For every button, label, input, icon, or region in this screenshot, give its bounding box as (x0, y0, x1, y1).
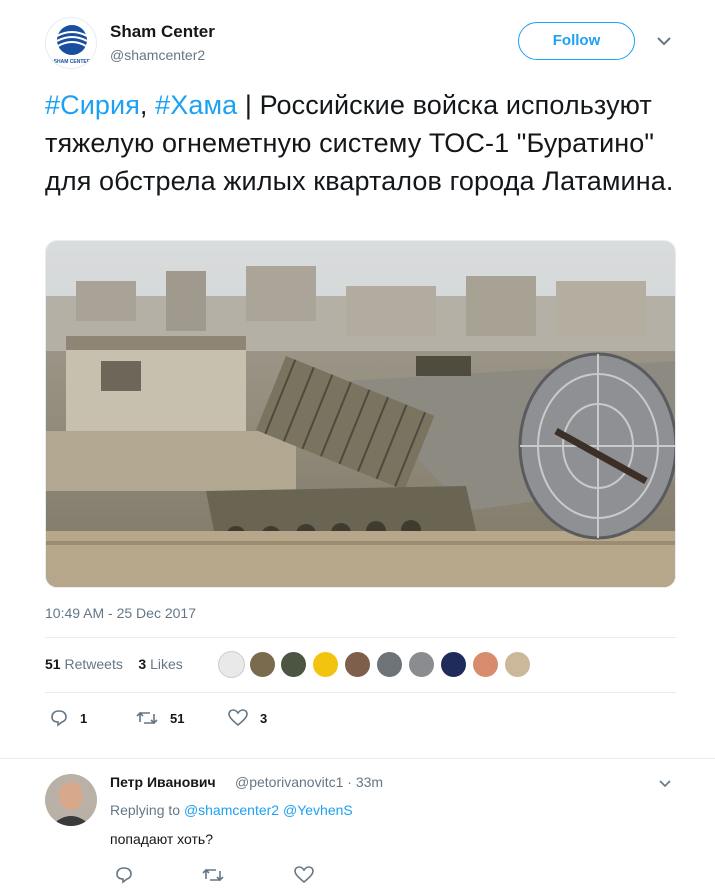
avatar[interactable] (249, 651, 276, 678)
hashtag-hama[interactable]: #Хама (155, 90, 237, 120)
follow-button[interactable]: Follow (518, 22, 635, 60)
avatar[interactable] (376, 651, 403, 678)
reply-action[interactable]: 1 (50, 708, 87, 728)
likes-stat[interactable]: 3 Likes (138, 656, 182, 672)
tweet-photo[interactable] (45, 240, 676, 588)
divider (45, 637, 676, 638)
avatar[interactable] (344, 651, 371, 678)
hashtag-separator: , (139, 90, 156, 120)
hashtag-syria[interactable]: #Сирия (45, 90, 140, 120)
reply-avatar[interactable] (45, 774, 97, 826)
retweet-action[interactable]: 51 (136, 708, 184, 728)
reply-icon (116, 867, 132, 884)
retweets-stat[interactable]: 51 Retweets (45, 656, 123, 672)
avatar[interactable] (218, 651, 245, 678)
sham-center-logo: SHAM CENTER (54, 25, 91, 65)
chevron-down-icon[interactable] (656, 34, 672, 52)
replying-to-link[interactable]: @YevhenS (283, 802, 353, 818)
account-handle[interactable]: @shamcenter2 (110, 47, 205, 63)
like-icon (294, 866, 314, 884)
avatar[interactable] (440, 651, 467, 678)
retweet-icon (202, 868, 224, 882)
tweet-timestamp[interactable]: 10:49 AM - 25 Dec 2017 (45, 605, 196, 621)
tos-1-photo (46, 241, 675, 587)
divider (45, 692, 676, 693)
svg-text:SHAM CENTER: SHAM CENTER (54, 59, 91, 65)
retweet-action[interactable] (202, 865, 224, 885)
reply-text: попадают хоть? (110, 831, 213, 847)
tweet-stats: 51 Retweets 3 Likes (45, 656, 183, 672)
avatar[interactable] (280, 651, 307, 678)
like-action[interactable] (294, 865, 314, 885)
reply-author-name[interactable]: Петр Иванович (110, 774, 216, 790)
avatar[interactable] (504, 651, 531, 678)
chevron-down-icon[interactable] (658, 776, 672, 794)
avatar[interactable] (312, 651, 339, 678)
retweet-icon (136, 711, 158, 725)
avatar[interactable] (472, 651, 499, 678)
profile-avatar[interactable]: SHAM CENTER (45, 17, 97, 69)
replying-to-link[interactable]: @shamcenter2 (184, 802, 279, 818)
replying-to: Replying to @shamcenter2 @YevhenS (110, 802, 353, 818)
like-icon (228, 709, 248, 727)
avatar[interactable] (408, 651, 435, 678)
like-action[interactable]: 3 (228, 708, 267, 728)
reply-icon (51, 710, 67, 727)
reply-action[interactable] (115, 865, 133, 885)
reply-author-handle[interactable]: @petorivanovitc1 · 33m (235, 774, 383, 790)
tweet-text: #Сирия, #Хама | Российские войска исполь… (45, 86, 685, 200)
account-name[interactable]: Sham Center (110, 22, 215, 42)
